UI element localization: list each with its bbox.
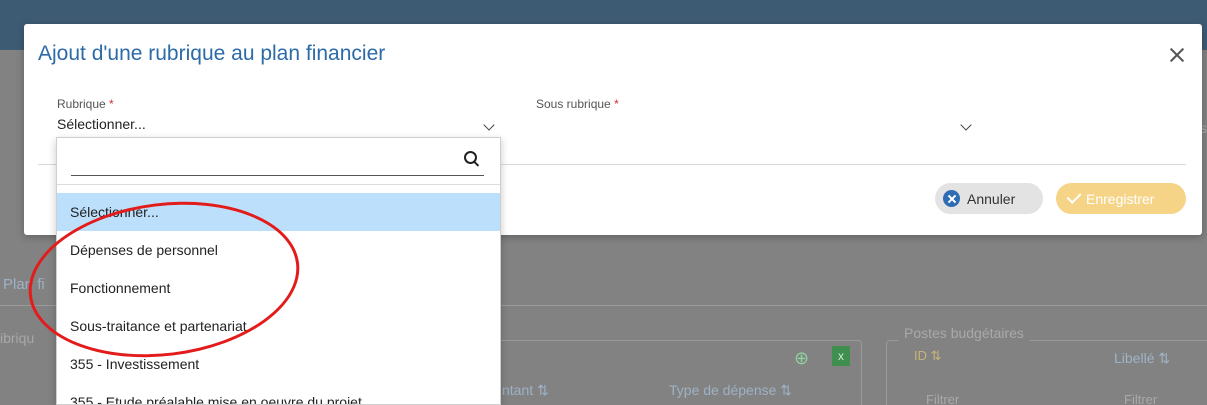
id-column-header[interactable]: ID ⇅: [914, 348, 942, 364]
dropdown-option[interactable]: 355 - Investissement: [57, 345, 500, 383]
cancel-button-label: Annuler: [967, 190, 1016, 207]
cancel-button[interactable]: Annuler: [935, 183, 1043, 214]
excel-export-icon[interactable]: x: [832, 346, 850, 366]
add-circle-icon[interactable]: ⊕: [794, 348, 809, 369]
libelle-column-header[interactable]: Libellé ⇅: [1114, 350, 1170, 367]
close-icon[interactable]: [1168, 46, 1186, 64]
check-icon: [1066, 189, 1082, 204]
modal-title: Ajout d'une rubrique au plan financier: [38, 42, 386, 65]
rubrique-select[interactable]: Sélectionner...: [57, 116, 146, 132]
dropdown-options: Sélectionner... Dépenses de personnel Fo…: [57, 193, 500, 404]
rubrique-dropdown: Sélectionner... Dépenses de personnel Fo…: [56, 137, 501, 405]
section-title: Plan fi: [3, 276, 45, 293]
save-button[interactable]: Enregistrer: [1056, 183, 1186, 214]
rubrique-column-fragment: ibriqu: [0, 330, 35, 346]
postes-budgetaires-title: Postes budgétaires: [898, 325, 1030, 341]
rubrique-label-text: Rubrique: [57, 97, 106, 111]
required-marker: *: [614, 97, 619, 111]
required-marker: *: [109, 97, 114, 111]
dropdown-search-input[interactable]: [71, 146, 451, 174]
search-icon[interactable]: [464, 151, 480, 167]
libelle-filter-input[interactable]: Filtrer: [1124, 392, 1157, 405]
montant-column-header[interactable]: ntant ⇅: [502, 382, 549, 399]
rubrique-label: Rubrique *: [57, 97, 114, 111]
id-filter-input[interactable]: Filtrer: [926, 392, 959, 405]
save-button-label: Enregistrer: [1086, 190, 1155, 207]
cancel-icon: [943, 190, 960, 207]
sous-rubrique-label-text: Sous rubrique: [536, 97, 611, 111]
sous-rubrique-label: Sous rubrique *: [536, 97, 619, 111]
type-depense-column-header[interactable]: Type de dépense ⇅: [669, 382, 792, 399]
dropdown-option[interactable]: 355 - Etude préalable mise en oeuvre du …: [57, 383, 500, 404]
dropdown-option[interactable]: Fonctionnement: [57, 269, 500, 307]
dropdown-search: [71, 146, 484, 176]
chevron-down-icon[interactable]: [483, 119, 495, 131]
dropdown-option[interactable]: Sélectionner...: [57, 193, 500, 231]
dropdown-option[interactable]: Dépenses de personnel: [57, 231, 500, 269]
dropdown-separator: [57, 184, 500, 185]
dropdown-option[interactable]: Sous-traitance et partenariat: [57, 307, 500, 345]
chevron-down-icon[interactable]: [960, 119, 972, 131]
